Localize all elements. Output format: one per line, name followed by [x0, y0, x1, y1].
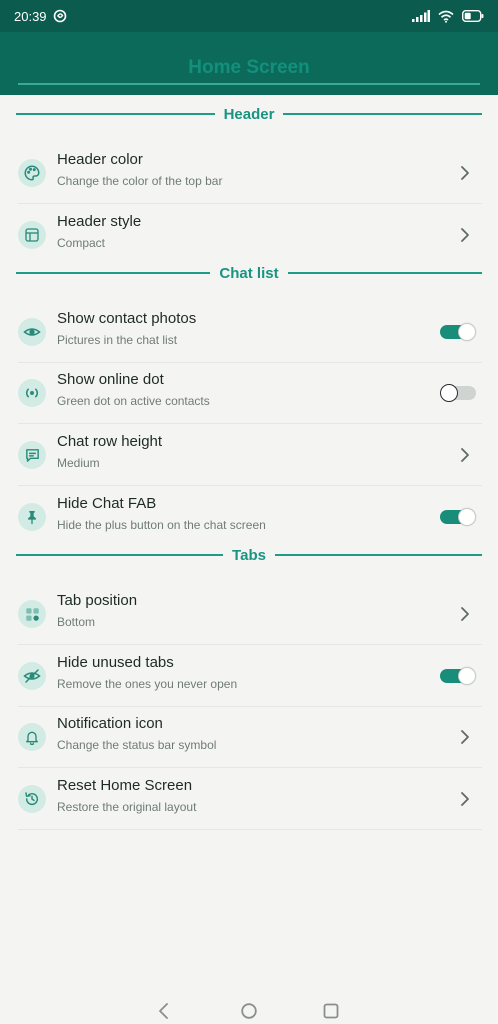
- online-dot-toggle[interactable]: [440, 384, 476, 402]
- wifi-icon: [438, 10, 454, 23]
- setting-show-contact-photos[interactable]: Show contact photos Pictures in the chat…: [16, 301, 482, 363]
- status-time: 20:39: [14, 9, 47, 24]
- setting-subtitle: Compact: [57, 236, 106, 250]
- setting-title: Show contact photos: [57, 310, 197, 327]
- palette-icon: [18, 159, 46, 187]
- section-header-tabs: Tabs: [16, 545, 482, 565]
- setting-subtitle: Bottom: [57, 615, 96, 629]
- setting-hide-chat-fab[interactable]: Hide Chat FAB Hide the plus button on th…: [16, 486, 482, 548]
- setting-chat-row-height[interactable]: Chat row height Medium: [16, 424, 482, 486]
- eye-icon: [18, 318, 46, 346]
- grid-icon: [18, 600, 46, 628]
- hide-fab-toggle[interactable]: [440, 508, 476, 526]
- title-underline: [18, 83, 480, 85]
- online-dot-icon: [18, 379, 46, 407]
- bell-icon: [18, 723, 46, 751]
- setting-title: Show online dot: [57, 371, 164, 388]
- section-divider-line: [16, 113, 215, 115]
- setting-title: Header style: [57, 213, 142, 230]
- app-notification-icon: [53, 9, 67, 23]
- setting-subtitle: Restore the original layout: [57, 800, 197, 814]
- section-divider-line: [287, 272, 482, 274]
- back-icon[interactable]: [155, 1002, 173, 1020]
- chevron-right-icon: [461, 607, 469, 621]
- signal-icon: [412, 10, 430, 22]
- setting-title: Header color: [57, 151, 143, 168]
- setting-subtitle: Medium: [57, 456, 100, 470]
- toggle-knob: [458, 667, 476, 685]
- recents-icon[interactable]: [322, 1002, 340, 1020]
- system-navigation-bar: [0, 994, 498, 1024]
- message-icon: [18, 441, 46, 469]
- setting-title: Chat row height: [57, 433, 163, 450]
- section-label: Tabs: [232, 546, 266, 564]
- setting-show-online-dot[interactable]: Show online dot Green dot on active cont…: [16, 362, 482, 424]
- setting-title: Notification icon: [57, 715, 163, 732]
- section-label: Chat list: [219, 264, 279, 282]
- setting-reset-home-screen[interactable]: Reset Home Screen Restore the original l…: [16, 768, 482, 830]
- pin-icon: [18, 503, 46, 531]
- section-header-chat-list: Chat list: [16, 263, 482, 283]
- setting-tab-position[interactable]: Tab position Bottom: [16, 583, 482, 645]
- setting-subtitle: Change the color of the top bar: [57, 174, 223, 188]
- hide-unused-tabs-toggle[interactable]: [440, 667, 476, 685]
- home-icon[interactable]: [240, 1002, 258, 1020]
- section-label: Header: [223, 105, 275, 123]
- setting-title: Tab position: [57, 592, 138, 609]
- chevron-right-icon: [461, 228, 469, 242]
- status-bar: 20:39: [0, 0, 498, 32]
- section-divider-line: [16, 272, 211, 274]
- chevron-right-icon: [461, 792, 469, 806]
- reset-icon: [18, 785, 46, 813]
- chevron-right-icon: [461, 448, 469, 462]
- app-bar: Home Screen: [0, 32, 498, 95]
- chevron-right-icon: [461, 166, 469, 180]
- toggle-knob: [440, 384, 458, 402]
- section-divider-line: [274, 554, 482, 556]
- section-divider-line: [283, 113, 483, 115]
- setting-header-color[interactable]: Header color Change the color of the top…: [16, 142, 482, 204]
- setting-header-style[interactable]: Header style Compact: [16, 204, 482, 266]
- contact-photos-toggle[interactable]: [440, 323, 476, 341]
- setting-subtitle: Green dot on active contacts: [57, 394, 210, 408]
- chevron-right-icon: [461, 730, 469, 744]
- setting-title: Hide Chat FAB: [57, 495, 157, 512]
- status-indicators: [412, 8, 484, 24]
- setting-hide-unused-tabs[interactable]: Hide unused tabs Remove the ones you nev…: [16, 645, 482, 707]
- setting-notification-icon[interactable]: Notification icon Change the status bar …: [16, 706, 482, 768]
- setting-subtitle: Remove the ones you never open: [57, 677, 238, 691]
- setting-subtitle: Change the status bar symbol: [57, 738, 217, 752]
- page-title: Home Screen: [188, 57, 310, 78]
- setting-subtitle: Hide the plus button on the chat screen: [57, 518, 266, 532]
- section-divider-line: [16, 554, 224, 556]
- toggle-knob: [458, 508, 476, 526]
- row-divider: [18, 829, 482, 830]
- layout-icon: [18, 221, 46, 249]
- setting-subtitle: Pictures in the chat list: [57, 333, 178, 347]
- setting-title: Hide unused tabs: [57, 654, 174, 671]
- eye-off-icon: [18, 662, 46, 690]
- toggle-knob: [458, 323, 476, 341]
- setting-title: Reset Home Screen: [57, 777, 193, 794]
- section-header-header: Header: [16, 104, 483, 124]
- battery-icon: [462, 10, 484, 22]
